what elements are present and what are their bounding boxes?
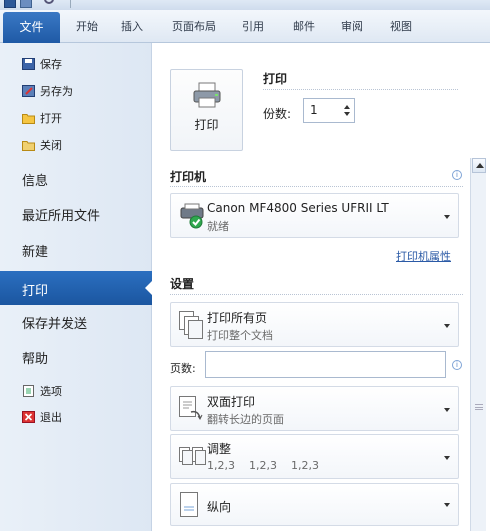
orientation-title: 纵向 [207,500,232,514]
settings-scrollbar[interactable] [470,158,486,531]
nav-info[interactable]: 信息 [22,170,48,189]
nav-help[interactable]: 帮助 [22,348,48,367]
printer-ready-icon [180,203,204,229]
settings-section-title: 设置 [170,277,195,291]
nav-options-label: 选项 [40,385,62,398]
print-panel: 打印 打印 份数: 1 打印机 i Canon MF4800 Series UF… [153,43,490,531]
divider [263,89,458,90]
printer-icon [193,82,221,108]
chevron-down-icon [444,215,450,219]
nav-close-label: 关闭 [40,139,62,152]
scroll-up-button[interactable] [472,158,486,173]
duplex-dropdown[interactable]: 双面打印 翻转长边的页面 [170,386,459,431]
word-backstage-print: 文件 开始 插入 页面布局 引用 邮件 审阅 视图 保存 另存为 打开 关闭 信… [0,0,490,531]
chevron-down-icon [444,408,450,412]
arrow-up-icon [476,163,484,168]
folder-close-icon [22,141,35,151]
duplex-subtitle: 翻转长边的页面 [207,413,284,426]
pages-label: 页数: [170,362,196,375]
copies-label: 份数: [263,107,292,121]
collate-dropdown[interactable]: 调整 1,2,3 1,2,3 1,2,3 [170,434,459,479]
tab-view[interactable]: 视图 [390,18,412,34]
nav-save-label: 保存 [40,58,62,71]
separator [70,0,71,8]
save-as-icon [22,85,35,97]
printer-name: Canon MF4800 Series UFRII LT [207,201,389,215]
tab-review[interactable]: 审阅 [341,18,363,34]
nav-open-label: 打开 [40,112,62,125]
printer-section-title: 打印机 [170,170,207,184]
printer-status: 就绪 [207,220,229,233]
nav-print[interactable]: 打印 [0,271,153,305]
collate-icon [179,447,206,465]
printer-properties-link[interactable]: 打印机属性 [396,248,451,264]
exit-icon [22,411,35,423]
tab-page-layout[interactable]: 页面布局 [172,18,216,34]
quick-access-toolbar [0,0,490,10]
printer-dropdown[interactable]: Canon MF4800 Series UFRII LT 就绪 [170,193,459,238]
spin-up-icon[interactable] [344,105,350,109]
ribbon-tabs: 文件 开始 插入 页面布局 引用 邮件 审阅 视图 [0,10,490,43]
collate-subtitle: 1,2,3 1,2,3 1,2,3 [207,459,319,472]
tab-mailings[interactable]: 邮件 [293,18,315,34]
print-button[interactable]: 打印 [170,69,243,151]
tab-file[interactable]: 文件 [3,12,60,43]
nav-save-as-label: 另存为 [40,85,73,98]
tab-insert[interactable]: 插入 [121,18,143,34]
selection-arrow [145,280,153,296]
divider [170,294,463,295]
backstage-nav: 保存 另存为 打开 关闭 信息 最近所用文件 新建 打印 保存并发送 帮助 选项 [0,43,153,531]
nav-exit-label: 退出 [40,411,62,424]
undo-icon[interactable] [44,0,54,4]
info-icon[interactable]: i [452,360,462,370]
tab-home[interactable]: 开始 [76,18,98,34]
print-button-label: 打印 [194,118,219,132]
duplex-icon [179,396,203,420]
pages-input[interactable] [205,351,446,378]
scroll-grip[interactable] [475,404,483,410]
pages-icon [179,311,203,339]
chevron-down-icon [444,456,450,460]
print-range-title: 打印所有页 [207,311,268,325]
copies-input[interactable]: 1 [303,98,355,123]
tab-references[interactable]: 引用 [242,18,264,34]
print-heading: 打印 [263,72,288,86]
options-icon [23,385,34,397]
divider [170,186,463,187]
save-icon[interactable] [20,0,32,8]
nav-new[interactable]: 新建 [22,241,48,260]
portrait-icon [180,492,198,517]
nav-recent[interactable]: 最近所用文件 [22,205,100,224]
orientation-dropdown[interactable]: 纵向 [170,483,459,526]
spin-down-icon[interactable] [344,112,350,116]
info-icon[interactable]: i [452,170,462,180]
print-range-subtitle: 打印整个文档 [207,329,273,342]
print-range-dropdown[interactable]: 打印所有页 打印整个文档 [170,302,459,347]
chevron-down-icon [444,324,450,328]
save-icon [22,58,35,70]
nav-print-label: 打印 [22,284,49,299]
nav-save-send[interactable]: 保存并发送 [22,313,87,332]
chevron-down-icon [444,503,450,507]
word-icon [4,0,16,8]
folder-open-icon [22,114,35,124]
collate-title: 调整 [207,442,232,456]
duplex-title: 双面打印 [207,395,256,409]
